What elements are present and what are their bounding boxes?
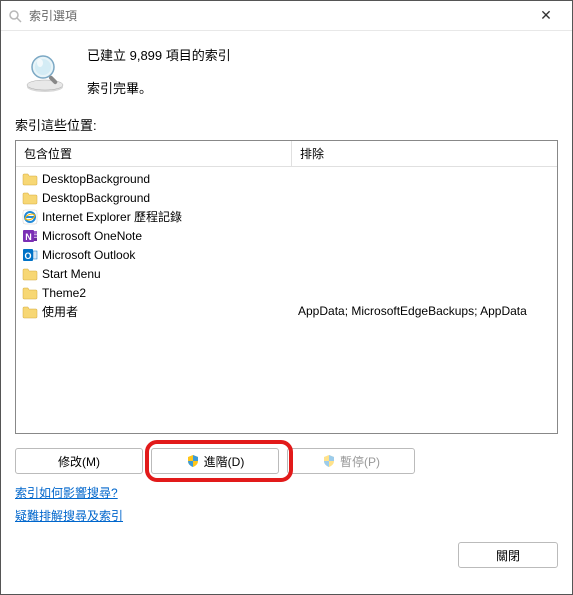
troubleshoot-link[interactable]: 疑難排解搜尋及索引 <box>15 507 123 524</box>
column-header-included[interactable]: 包含位置 <box>16 141 292 166</box>
footer: 關閉 <box>15 538 558 568</box>
magnifier-icon <box>21 49 69 97</box>
window-title: 索引選項 <box>29 7 526 24</box>
shield-icon <box>322 454 336 468</box>
button-row: 修改(M) 進階(D) 暫停(P) <box>15 448 558 474</box>
close-button[interactable]: 關閉 <box>458 542 558 568</box>
help-link[interactable]: 索引如何影響搜尋? <box>15 484 118 501</box>
excluded-text <box>292 207 557 226</box>
included-column: DesktopBackground DesktopBackground Intern… <box>16 167 292 433</box>
list-item[interactable]: DesktopBackground <box>16 169 291 188</box>
folder-icon <box>22 172 38 186</box>
list-item[interactable]: Internet Explorer 歷程記錄 <box>16 207 291 226</box>
location-name: DesktopBackground <box>42 191 150 205</box>
ie-icon <box>22 209 38 225</box>
onenote-icon: N <box>22 228 38 244</box>
indexing-options-dialog: 索引選項 ✕ 已建立 9,899 項目的索引 索引完畢。 索引這些位置: 包含位… <box>0 0 573 595</box>
locations-listbox: 包含位置 排除 DesktopBackgroundDesktopBackgrou… <box>15 140 558 434</box>
indexing-status: 索引完畢。 <box>87 78 231 97</box>
status-area: 已建立 9,899 項目的索引 索引完畢。 <box>15 43 558 97</box>
excluded-text <box>292 226 557 245</box>
location-name: Theme2 <box>42 286 86 300</box>
excluded-column: AppData; MicrosoftEdgeBackups; AppData <box>292 167 557 433</box>
excluded-text <box>292 264 557 283</box>
pause-button: 暫停(P) <box>287 448 415 474</box>
location-name: Microsoft OneNote <box>42 229 142 243</box>
locations-header: 包含位置 排除 <box>16 141 557 167</box>
dialog-content: 已建立 9,899 項目的索引 索引完畢。 索引這些位置: 包含位置 排除 De… <box>1 31 572 594</box>
outlook-icon: O <box>22 247 38 263</box>
svg-text:N: N <box>25 232 32 242</box>
locations-label: 索引這些位置: <box>15 115 558 134</box>
column-header-excluded[interactable]: 排除 <box>292 141 557 166</box>
folder-icon <box>22 191 38 205</box>
excluded-text <box>292 245 557 264</box>
titlebar: 索引選項 ✕ <box>1 1 572 31</box>
modify-button[interactable]: 修改(M) <box>15 448 143 474</box>
folder-icon <box>22 267 38 281</box>
close-icon[interactable]: ✕ <box>526 7 566 24</box>
location-name: DesktopBackground <box>42 172 150 186</box>
locations-body: DesktopBackground DesktopBackground Intern… <box>16 167 557 433</box>
pause-button-label: 暫停(P) <box>340 453 380 470</box>
app-icon <box>7 8 23 24</box>
list-item[interactable]: O Microsoft Outlook <box>16 245 291 264</box>
excluded-text <box>292 188 557 207</box>
advanced-button[interactable]: 進階(D) <box>151 448 279 474</box>
location-name: Internet Explorer 歷程記錄 <box>42 208 182 225</box>
list-item[interactable]: N Microsoft OneNote <box>16 226 291 245</box>
location-name: 使用者 <box>42 303 78 320</box>
list-item[interactable]: DesktopBackground <box>16 188 291 207</box>
folder-icon <box>22 286 38 300</box>
status-text: 已建立 9,899 項目的索引 索引完畢。 <box>87 43 231 97</box>
excluded-text <box>292 283 557 302</box>
list-item[interactable]: Theme2 <box>16 283 291 302</box>
help-links: 索引如何影響搜尋? 疑難排解搜尋及索引 <box>15 484 558 530</box>
list-item[interactable]: Start Menu <box>16 264 291 283</box>
excluded-text <box>292 169 557 188</box>
indexed-count: 已建立 9,899 項目的索引 <box>87 45 231 64</box>
advanced-button-label: 進階(D) <box>204 453 245 470</box>
excluded-text: AppData; MicrosoftEdgeBackups; AppData <box>292 302 557 321</box>
location-name: Microsoft Outlook <box>42 248 135 262</box>
list-item[interactable]: 使用者 <box>16 302 291 321</box>
shield-icon <box>186 454 200 468</box>
location-name: Start Menu <box>42 267 101 281</box>
svg-text:O: O <box>24 251 31 261</box>
folder-icon <box>22 305 38 319</box>
